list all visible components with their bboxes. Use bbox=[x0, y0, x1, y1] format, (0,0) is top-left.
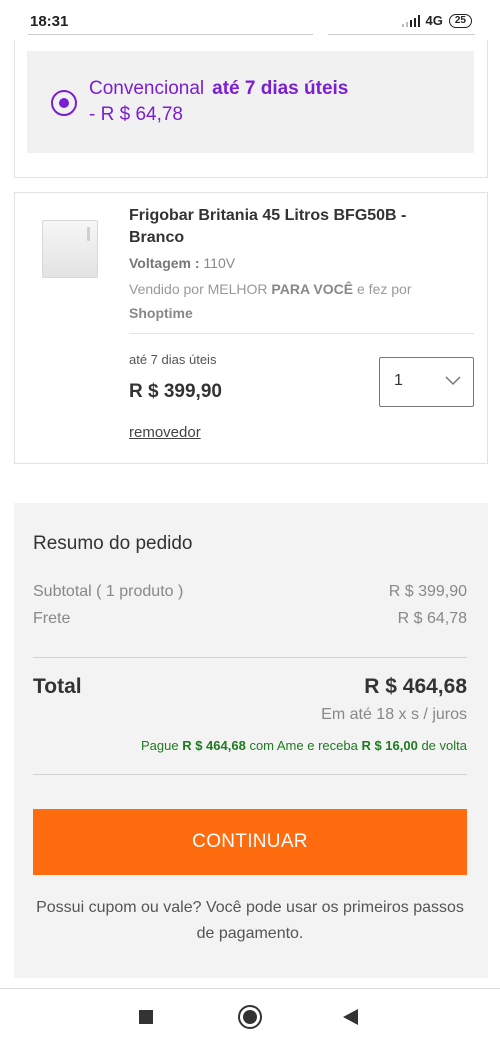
order-summary: Resumo do pedido Subtotal ( 1 produto ) … bbox=[14, 503, 488, 978]
divider bbox=[129, 333, 474, 334]
recent-apps-icon[interactable] bbox=[139, 1010, 153, 1024]
fulfilled-by: Shoptime bbox=[129, 305, 193, 321]
product-title[interactable]: Frigobar Britania 45 Litros BFG50B - Bra… bbox=[129, 205, 449, 249]
product-image[interactable] bbox=[42, 220, 98, 278]
quantity-select[interactable]: 1 bbox=[379, 357, 474, 407]
shipping-label: Frete bbox=[33, 610, 71, 627]
total-value: R $ 464,68 bbox=[364, 675, 467, 698]
cart-item-card: Frigobar Britania 45 Litros BFG50B - Bra… bbox=[14, 192, 488, 464]
ame-text: com Ame e receba bbox=[249, 738, 358, 753]
remove-item-link[interactable]: removedor bbox=[129, 424, 201, 441]
summary-title: Resumo do pedido bbox=[33, 533, 193, 554]
coupon-hint: Possui cupom ou vale? Você pode usar os … bbox=[36, 899, 464, 942]
home-icon[interactable] bbox=[238, 1005, 262, 1029]
back-icon[interactable] bbox=[343, 1009, 358, 1025]
total-row: Total R $ 464,68 bbox=[33, 675, 467, 699]
subtotal-row: Subtotal ( 1 produto ) R $ 399,90 bbox=[33, 583, 467, 601]
seller-prefix: Vendido por MELHOR bbox=[129, 281, 268, 297]
scrolled-input-edge bbox=[28, 34, 313, 35]
continue-button[interactable]: CONTINUAR bbox=[33, 809, 467, 875]
divider bbox=[33, 774, 467, 775]
ame-cashback-amount: R $ 16,00 bbox=[361, 738, 418, 753]
installments-info: Em até 18 x s / juros bbox=[321, 706, 467, 723]
product-price: R $ 399,90 bbox=[129, 381, 222, 402]
voltage-value: 110V bbox=[203, 255, 236, 271]
radio-selected-icon[interactable] bbox=[51, 90, 77, 116]
ame-amount: R $ 464,68 bbox=[182, 738, 246, 753]
voltage-label: Voltagem : bbox=[129, 255, 200, 271]
ame-text: Pague bbox=[140, 738, 179, 753]
product-voltage: Voltagem : 110V bbox=[129, 255, 235, 271]
product-delivery-time: até 7 dias úteis bbox=[129, 352, 217, 367]
shipping-option-name: Convencional bbox=[89, 78, 205, 99]
subtotal-label: Subtotal ( 1 produto ) bbox=[33, 583, 184, 600]
ame-cashback-info: Pague R $ 464,68 com Ame e receba R $ 16… bbox=[141, 738, 467, 753]
scrolled-input-edge bbox=[328, 34, 475, 35]
shipping-option-price: - R $ 64,78 bbox=[89, 104, 183, 125]
shipping-row: Frete R $ 64,78 bbox=[33, 610, 467, 628]
product-seller: Vendido por MELHOR PARA VOCÊ e fez por S… bbox=[129, 277, 469, 325]
shipping-value: R $ 64,78 bbox=[397, 610, 467, 627]
chevron-down-icon bbox=[445, 376, 461, 386]
seller-name: PARA VOCÊ bbox=[271, 281, 354, 297]
subtotal-value: R $ 399,90 bbox=[388, 583, 467, 600]
system-nav-bar bbox=[0, 988, 500, 1047]
shipping-option-time: até 7 dias úteis bbox=[212, 78, 349, 99]
divider bbox=[33, 657, 467, 658]
status-indicators: 4G 25 bbox=[401, 13, 472, 28]
shipping-option[interactable]: Convencional até 7 dias úteis - R $ 64,78 bbox=[27, 51, 474, 153]
ame-text: de volta bbox=[421, 738, 467, 753]
status-time: 18:31 bbox=[30, 13, 69, 30]
shipping-option-title: Convencional até 7 dias úteis bbox=[89, 78, 348, 100]
seller-suffix: e fez por bbox=[357, 281, 412, 297]
quantity-value: 1 bbox=[394, 372, 403, 389]
total-label: Total bbox=[33, 675, 82, 698]
network-type: 4G bbox=[425, 13, 443, 28]
signal-icon bbox=[401, 14, 420, 27]
battery-icon: 25 bbox=[448, 13, 472, 28]
